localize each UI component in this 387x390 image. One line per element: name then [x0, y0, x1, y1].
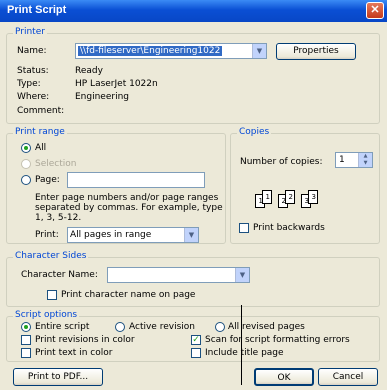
character-dropdown-icon[interactable]: ▼: [235, 268, 249, 282]
copies-number-label: Number of copies:: [240, 157, 323, 167]
type-value: HP LaserJet 1022n: [75, 79, 158, 89]
status-value: Ready: [75, 66, 103, 76]
printer-name-label: Name:: [17, 46, 47, 56]
printer-legend: Printer: [13, 27, 47, 37]
print-range-group: Print range All Selection Page: Enter pa…: [6, 127, 226, 244]
script-options-legend: Script options: [13, 310, 80, 320]
check-icon: ✓: [192, 335, 200, 345]
entire-script-label[interactable]: Entire script: [35, 322, 89, 332]
print-range-legend: Print range: [13, 127, 67, 137]
character-sides-group: Character Sides Character Name: ▼ Print …: [6, 251, 380, 307]
script-options-group: Script options Entire script Active revi…: [6, 310, 380, 362]
ok-button[interactable]: OK: [254, 368, 314, 386]
print-subset-value: All pages in range: [70, 230, 152, 240]
collate-page-icon: 2: [285, 190, 295, 204]
printer-name-select[interactable]: \\fd-fileserver\Engineering1022 ▼: [75, 43, 267, 59]
where-label: Where:: [17, 92, 50, 102]
copies-group: Copies Number of copies: 1 ▲ ▼ 1 1 2 2 3…: [230, 127, 380, 244]
revisions-color-checkbox[interactable]: [21, 335, 31, 345]
window-title: Print Script: [7, 4, 67, 16]
print-subset-select[interactable]: All pages in range ▼: [67, 227, 199, 243]
close-icon: ✕: [370, 4, 380, 16]
range-help-line-1: Enter page numbers and/or page ranges: [35, 193, 219, 203]
active-revision-radio[interactable]: [115, 322, 125, 332]
print-subset-dropdown-icon[interactable]: ▼: [184, 228, 198, 242]
copies-legend: Copies: [237, 127, 272, 137]
cancel-button[interactable]: Cancel: [318, 368, 378, 386]
spin-up-icon[interactable]: ▲: [358, 153, 372, 160]
range-selection-radio[interactable]: [21, 159, 31, 169]
range-all-radio[interactable]: [21, 143, 31, 153]
revisions-color-label[interactable]: Print revisions in color: [35, 335, 135, 345]
character-sides-legend: Character Sides: [13, 251, 89, 261]
range-help-line-3: 1, 3, 5-12.: [35, 213, 82, 223]
print-character-name-label[interactable]: Print character name on page: [61, 290, 195, 300]
copies-spinner[interactable]: 1 ▲ ▼: [335, 152, 373, 168]
page-input[interactable]: [67, 172, 205, 188]
range-page-label[interactable]: Page:: [35, 175, 60, 185]
comment-label: Comment:: [17, 106, 65, 116]
collate-page-icon: 1: [262, 190, 272, 204]
text-color-label[interactable]: Print text in color: [35, 348, 112, 358]
active-revision-label[interactable]: Active revision: [129, 322, 195, 332]
range-selection-label[interactable]: Selection: [35, 159, 76, 169]
printer-group: Printer Name: \\fd-fileserver\Engineerin…: [6, 27, 380, 124]
collate-page-icon: 3: [308, 190, 318, 204]
text-color-checkbox[interactable]: [21, 348, 31, 358]
printer-name-value: \\fd-fileserver\Engineering1022: [78, 46, 223, 56]
type-label: Type:: [17, 79, 41, 89]
print-character-name-checkbox[interactable]: [47, 290, 57, 300]
spin-down-icon[interactable]: ▼: [358, 160, 372, 167]
title-page-label[interactable]: Include title page: [205, 348, 284, 358]
entire-script-radio[interactable]: [21, 322, 31, 332]
character-name-label: Character Name:: [21, 270, 98, 280]
copies-value: 1: [339, 155, 345, 165]
title-bar: Print Script ✕: [0, 0, 387, 22]
title-page-checkbox[interactable]: [191, 348, 201, 358]
range-page-radio[interactable]: [21, 175, 31, 185]
range-help-line-2: separated by commas. For example, type: [35, 203, 223, 213]
where-value: Engineering: [75, 92, 129, 102]
close-button[interactable]: ✕: [366, 2, 384, 19]
print-to-pdf-button[interactable]: Print to PDF...: [13, 368, 103, 386]
all-revised-radio[interactable]: [215, 322, 225, 332]
print-backwards-checkbox[interactable]: [239, 223, 249, 233]
properties-button[interactable]: Properties: [276, 43, 356, 60]
print-subset-label: Print:: [35, 230, 59, 240]
range-all-label[interactable]: All: [35, 143, 46, 153]
character-name-select[interactable]: ▼: [107, 267, 250, 283]
all-revised-label[interactable]: All revised pages: [228, 322, 305, 332]
printer-dropdown-icon[interactable]: ▼: [252, 44, 266, 58]
scan-errors-checkbox[interactable]: ✓: [191, 335, 201, 345]
text-cursor: [241, 305, 242, 385]
print-backwards-label[interactable]: Print backwards: [253, 223, 325, 233]
status-label: Status:: [17, 66, 49, 76]
scan-errors-label[interactable]: Scan for script formatting errors: [205, 335, 350, 345]
